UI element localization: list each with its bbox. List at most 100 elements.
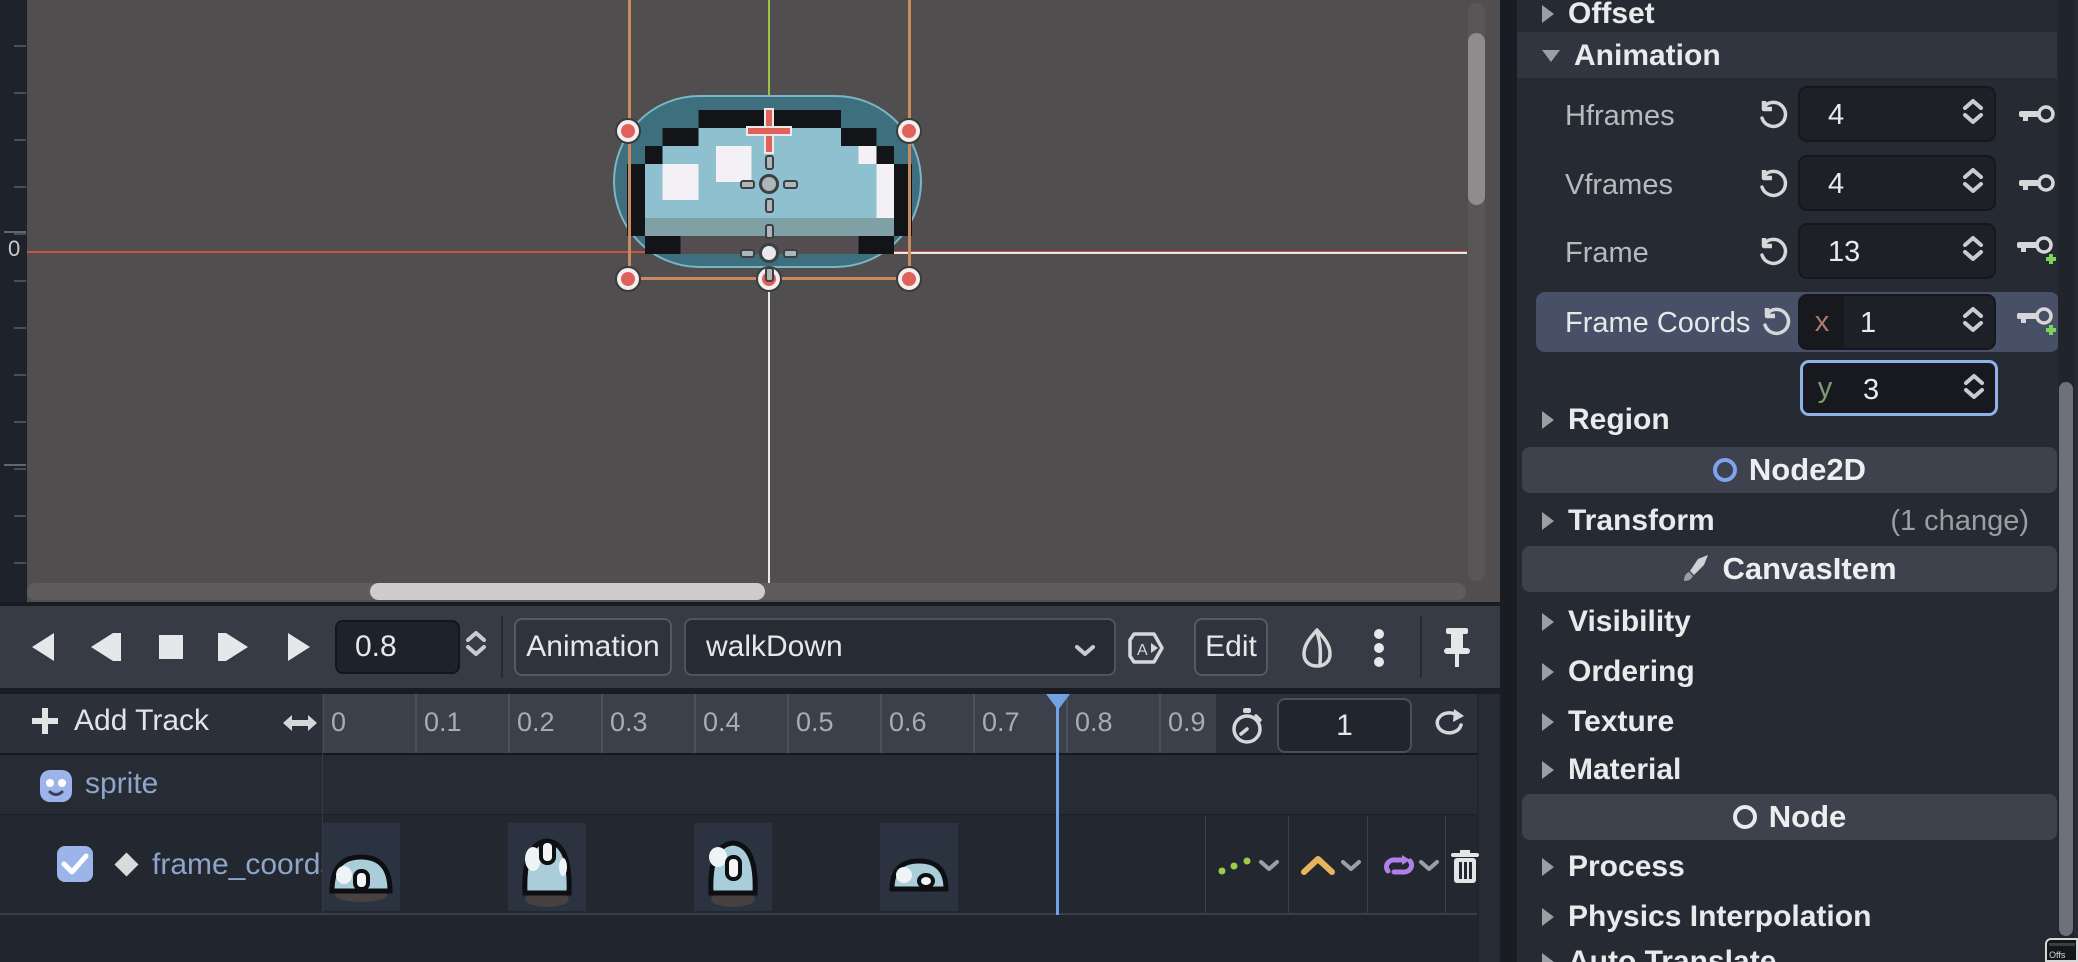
playhead[interactable] [1056, 694, 1059, 915]
prop-label-vframes: Vframes [1565, 169, 1673, 202]
stop-button[interactable] [158, 620, 184, 674]
section-process[interactable]: Process [1517, 843, 2057, 891]
play-from-start-button[interactable] [213, 620, 253, 674]
ruler-tick: 0.2 [508, 694, 555, 753]
resize-handle-bottom-left[interactable] [617, 268, 639, 290]
loop-wrap-mode-icon[interactable] [1380, 854, 1418, 878]
ruler-tick: 0.8 [1066, 694, 1113, 753]
viewport-border-vertical [768, 253, 770, 583]
parent-position-gizmo[interactable] [740, 224, 798, 282]
add-track-button[interactable]: Add Track [30, 704, 209, 738]
canvas-hscrollbar[interactable] [27, 583, 1466, 600]
loop-wrap-dropdown[interactable] [1418, 859, 1440, 871]
ruler-tick: 0 [322, 694, 346, 753]
section-physics-interpolation[interactable]: Physics Interpolation [1517, 893, 2057, 941]
section-auto-translate[interactable]: Auto Translate [1517, 938, 2057, 962]
keyframe-diamond-icon [114, 852, 138, 876]
seek-time-input[interactable]: 0.8 [335, 620, 460, 674]
keyframe-3[interactable] [880, 823, 958, 911]
playhead-grip[interactable] [1046, 694, 1070, 710]
inspector-scrollbar-thumb[interactable] [2059, 382, 2073, 936]
pin-animation-player-icon[interactable] [1440, 626, 1474, 670]
category-canvasitem[interactable]: CanvasItem [1522, 546, 2057, 592]
chevron-right-icon [1542, 761, 1554, 779]
section-transform[interactable]: Transform (1 change) [1517, 497, 2057, 545]
spinner[interactable] [1962, 167, 1984, 193]
spinner[interactable] [1962, 98, 1984, 124]
play-backwards-button[interactable] [26, 620, 60, 674]
timeline-vscrollbar[interactable] [1479, 694, 1500, 962]
section-region[interactable]: Region [1517, 396, 2057, 444]
play-backwards-from-end-button[interactable] [86, 620, 126, 674]
key-icon[interactable] [2015, 92, 2059, 136]
section-visibility[interactable]: Visibility [1517, 598, 2057, 646]
frame-coords-x-input[interactable]: x 1 [1798, 294, 1996, 350]
chevron-right-icon [1542, 613, 1554, 631]
category-node[interactable]: Node [1522, 794, 2057, 840]
revert-icon[interactable] [1757, 168, 1789, 200]
track-enabled-checkbox[interactable] [57, 846, 93, 882]
loop-animation-icon[interactable] [1428, 706, 1468, 744]
delete-track-icon[interactable] [1450, 849, 1480, 885]
resize-handle-right[interactable] [898, 120, 920, 142]
interpolation-mode-dropdown[interactable] [1340, 859, 1362, 871]
keyframe-0[interactable] [322, 823, 400, 911]
update-mode-dropdown[interactable] [1258, 859, 1280, 871]
timeline-ruler[interactable]: 0 0.1 0.2 0.3 0.4 0.5 0.6 0.7 0.8 0.9 [322, 694, 1216, 753]
vframes-input[interactable]: 4 [1798, 155, 1996, 211]
keyframe-2[interactable] [694, 823, 772, 911]
canvas-vscrollbar[interactable] [1468, 3, 1485, 581]
animation-toolbar: 0.8 Animation walkDown A Edit [0, 606, 1500, 688]
ruler-tick: 0.4 [694, 694, 741, 753]
viewport-2d[interactable]: 0 [0, 0, 1500, 602]
more-options-icon[interactable] [1370, 626, 1388, 670]
resize-handle-left[interactable] [617, 120, 639, 142]
transform-change-count: (1 change) [1890, 505, 2029, 538]
inspector-scrollbar[interactable] [2058, 0, 2074, 962]
onion-skinning-icon[interactable] [1296, 626, 1338, 670]
revert-icon[interactable] [1760, 306, 1792, 338]
chevron-right-icon [1542, 713, 1554, 731]
sprite-position-gizmo[interactable] [740, 155, 798, 213]
hscrollbar-thumb[interactable] [370, 583, 765, 600]
node-icon [1733, 805, 1757, 829]
seek-spinner[interactable] [465, 630, 487, 656]
animation-length-input[interactable]: 1 [1277, 698, 1412, 753]
timeline-header: Add Track 0 0.1 0.2 0.3 0.4 0.5 0.6 0.7 … [0, 694, 1477, 755]
inspector-panel: Offset Animation Hframes 4 Vframes 4 [1517, 0, 2078, 962]
edit-button[interactable]: Edit [1194, 618, 1268, 676]
section-material[interactable]: Material [1517, 746, 2057, 794]
spinner[interactable] [1962, 235, 1984, 261]
key-insert-icon[interactable] [2015, 300, 2059, 344]
revert-icon[interactable] [1757, 236, 1789, 268]
track-node-name[interactable]: sprite [85, 767, 158, 801]
x-axis-chip: x [1800, 296, 1844, 348]
play-button[interactable] [282, 620, 316, 674]
animation-menu-button[interactable]: Animation [514, 618, 672, 676]
spinner[interactable] [1962, 306, 1984, 332]
hframes-input[interactable]: 4 [1798, 86, 1996, 142]
section-ordering[interactable]: Ordering [1517, 648, 2057, 696]
autoplay-on-load-icon[interactable]: A [1126, 628, 1166, 668]
resize-handle-bottom-right[interactable] [898, 268, 920, 290]
chevron-down-icon [1542, 50, 1560, 62]
track-row-frame-coords[interactable]: frame_coords [0, 816, 1477, 915]
section-texture[interactable]: Texture [1517, 698, 2057, 746]
vscrollbar-thumb[interactable] [1468, 33, 1485, 205]
animation-select-dropdown[interactable]: walkDown [684, 618, 1116, 676]
track-row-sprite[interactable]: sprite [0, 755, 1477, 815]
track-property-name[interactable]: frame_coords [152, 848, 335, 882]
frame-input[interactable]: 13 [1798, 223, 1996, 279]
key-icon[interactable] [2015, 161, 2059, 205]
ruler-tick: 0.6 [880, 694, 927, 753]
update-mode-icon[interactable] [1218, 856, 1252, 876]
section-animation[interactable]: Animation [1517, 32, 2057, 80]
key-insert-icon[interactable] [2015, 229, 2059, 273]
interpolation-mode-icon[interactable] [1300, 854, 1336, 876]
ruler-tick: 0.5 [787, 694, 834, 753]
vertical-ruler: 0 [0, 0, 27, 602]
category-node2d[interactable]: Node2D [1522, 447, 2057, 493]
revert-icon[interactable] [1757, 99, 1789, 131]
keyframe-1[interactable] [508, 823, 586, 911]
timeline-zoom-icon[interactable] [283, 711, 317, 735]
